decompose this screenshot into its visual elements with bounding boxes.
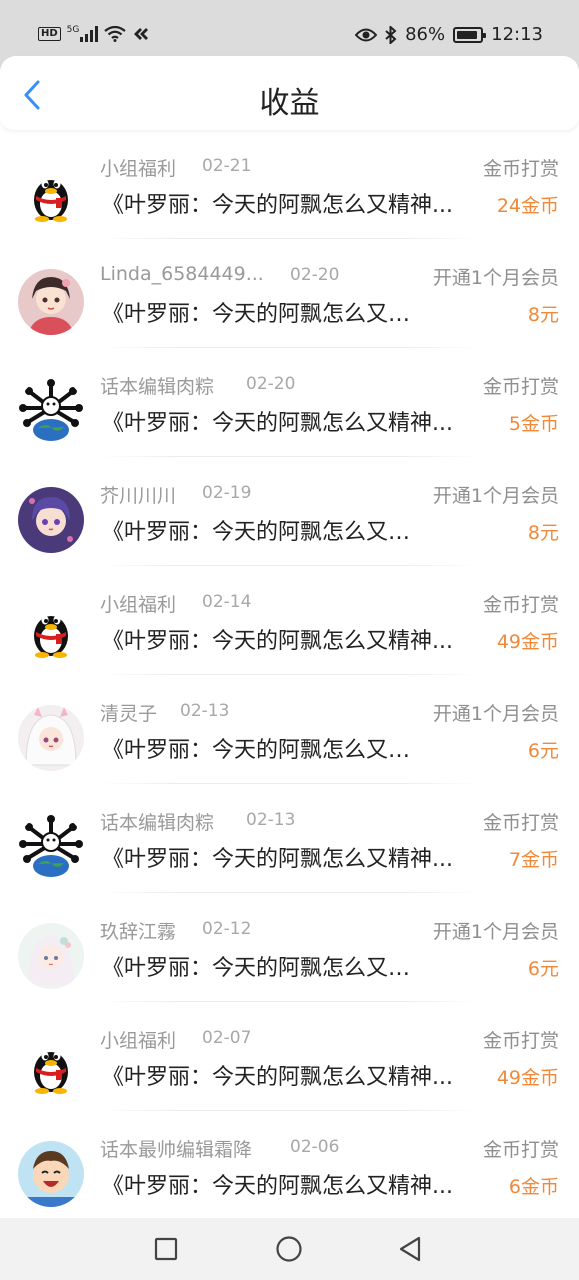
earning-type: 金币打赏 [482, 1139, 559, 1161]
item-date: 02-20 [290, 265, 340, 285]
list-item[interactable]: 话本编辑肉粽 02-20 金币打赏《叶罗丽：今天的阿飘怎么又精神... 5金币 [0, 348, 579, 457]
status-right: 86% 12:13 [355, 24, 543, 45]
back-triangle-icon[interactable] [394, 1232, 428, 1266]
nfc-icon [134, 28, 149, 40]
earning-amount: 6元 [527, 740, 559, 762]
earnings-list: 小组福利 02-21 金币打赏 《叶罗丽：今天的阿飘怎么又精神... 24金币 Linda… [0, 130, 579, 1220]
recent-apps-icon[interactable] [149, 1232, 183, 1266]
work-title: 《叶罗丽：今天的阿飘怎么又精神... [102, 411, 453, 436]
wifi-icon [104, 26, 127, 42]
sender-name: 小组福利 [100, 1030, 177, 1052]
avatar[interactable] [18, 596, 84, 662]
avatar[interactable] [18, 814, 84, 880]
list-item[interactable]: Linda_6584449... 02-20 开通1个月会员 《叶罗丽：今天的阿飘怎么… [0, 239, 579, 348]
earning-amount: 8元 [527, 522, 559, 544]
signal-icon: 5G [67, 26, 99, 42]
earning-amount: 7金币 [508, 849, 559, 871]
work-title: 《叶罗丽：今天的阿飘怎么又精神... [102, 520, 418, 545]
avatar[interactable] [18, 160, 84, 226]
item-date: 02-20 [246, 374, 296, 394]
sender-name: 玖辞江霧 [100, 921, 177, 943]
earning-type: 开通1个月会员 [432, 267, 559, 289]
sender-name: 清灵子 [100, 703, 158, 725]
avatar[interactable] [18, 705, 84, 771]
sender-name: Linda_6584449... [100, 263, 264, 285]
avatar[interactable] [18, 923, 84, 989]
work-title: 《叶罗丽：今天的阿飘怎么又精神... [102, 1065, 453, 1090]
avatar[interactable] [18, 269, 84, 335]
earning-amount: 49金币 [496, 631, 559, 653]
sender-name: 小组福利 [100, 594, 177, 616]
item-date: 02-14 [202, 592, 252, 612]
work-title: 《叶罗丽：今天的阿飘怎么又精神... [102, 193, 453, 218]
app-header: 收益 [0, 56, 579, 130]
earning-amount: 49金币 [496, 1067, 559, 1089]
list-item[interactable]: 话本最帅编辑霜降 02-06 金币打赏《叶罗丽：今天的阿飘怎么又精神... 6金币 [0, 1111, 579, 1220]
list-item[interactable]: 小组福利 02-21 金币打赏《叶罗丽：今天的阿飘怎么又精神... 24金币 [0, 130, 579, 239]
work-title: 《叶罗丽：今天的阿飘怎么又精神... [102, 847, 453, 872]
list-item[interactable]: 芥川川川 02-19 开通1个月会员 《叶罗丽：今天的阿飘怎么又精神... 8元 [0, 457, 579, 566]
sender-name: 芥川川川 [100, 485, 177, 507]
earning-type: 开通1个月会员 [432, 921, 559, 943]
avatar[interactable] [18, 487, 84, 553]
item-date: 02-19 [202, 483, 252, 503]
list-item[interactable]: 小组福利 02-07 金币打赏《叶罗丽：今天的阿飘怎么又精神... 49金币 [0, 1002, 579, 1111]
list-item[interactable]: 玖辞江霧 02-12 开通1个月会员 《叶罗丽：今天的阿飘怎么又精神... 6元 [0, 893, 579, 1002]
home-icon[interactable] [272, 1232, 306, 1266]
battery-icon [453, 26, 487, 43]
page-title: 收益 [259, 86, 320, 121]
avatar[interactable] [18, 378, 84, 444]
sender-name: 话本编辑肉粽 [100, 376, 215, 398]
status-left: HD 5G [38, 26, 150, 42]
list-item[interactable]: 清灵子 02-13 开通1个月会员 《叶罗丽：今天的阿飘怎么又精神... 6元 [0, 675, 579, 784]
item-date: 02-12 [202, 919, 252, 939]
hd-badge: HD [38, 27, 61, 41]
sender-name: 话本编辑肉粽 [100, 812, 215, 834]
item-date: 02-07 [202, 1028, 252, 1048]
earning-amount: 8元 [527, 304, 559, 326]
eye-icon [355, 28, 378, 41]
earning-type: 开通1个月会员 [432, 485, 559, 507]
work-title: 《叶罗丽：今天的阿飘怎么又精神... [102, 1174, 453, 1199]
earning-type: 金币打赏 [482, 376, 559, 398]
avatar[interactable] [18, 1141, 84, 1207]
item-date: 02-13 [180, 701, 230, 721]
earning-amount: 24金币 [496, 195, 559, 217]
earning-type: 金币打赏 [482, 594, 559, 616]
earning-type: 金币打赏 [482, 158, 559, 180]
earning-amount: 5金币 [508, 413, 559, 435]
earning-type: 金币打赏 [482, 1030, 559, 1052]
work-title: 《叶罗丽：今天的阿飘怎么又精神... [102, 956, 418, 981]
system-nav-bar [0, 1218, 579, 1280]
work-title: 《叶罗丽：今天的阿飘怎么又精神... [102, 302, 418, 327]
list-item[interactable]: 话本编辑肉粽 02-13 金币打赏《叶罗丽：今天的阿飘怎么又精神... 7金币 [0, 784, 579, 893]
sender-name: 小组福利 [100, 158, 177, 180]
bluetooth-icon [385, 25, 397, 44]
work-title: 《叶罗丽：今天的阿飘怎么又精神... [102, 629, 453, 654]
item-date: 02-13 [246, 810, 296, 830]
work-title: 《叶罗丽：今天的阿飘怎么又精神... [102, 738, 418, 763]
earning-amount: 6金币 [508, 1176, 559, 1198]
avatar[interactable] [18, 1032, 84, 1098]
battery-percent: 86% [405, 24, 446, 45]
clock: 12:13 [491, 24, 543, 45]
earning-type: 开通1个月会员 [432, 703, 559, 725]
earning-type: 金币打赏 [482, 812, 559, 834]
item-date: 02-06 [290, 1137, 340, 1157]
list-item[interactable]: 小组福利 02-14 金币打赏《叶罗丽：今天的阿飘怎么又精神... 49金币 [0, 566, 579, 675]
item-date: 02-21 [202, 156, 252, 176]
earning-amount: 6元 [527, 958, 559, 980]
sender-name: 话本最帅编辑霜降 [100, 1139, 253, 1161]
